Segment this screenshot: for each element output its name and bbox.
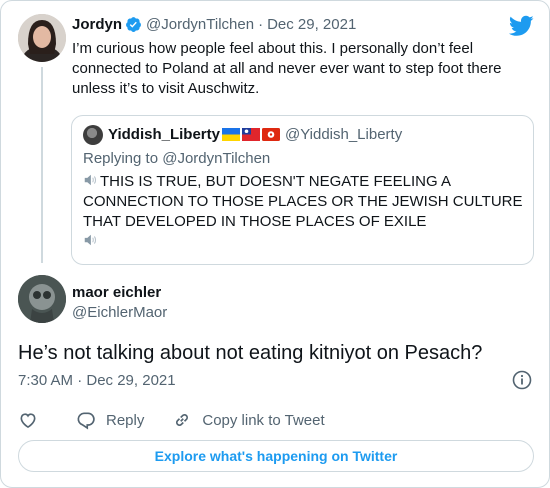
quoted-tweet-text-block: THIS IS TRUE, BUT DOESN'T NEGATE FEELING… xyxy=(83,172,523,252)
quoted-tweet-header: Yiddish_Liberty @Yiddish_Liberty xyxy=(108,126,402,143)
heart-icon xyxy=(20,413,36,429)
main-author-handle[interactable]: @EichlerMaor xyxy=(72,304,167,321)
reply-label: Reply xyxy=(106,411,145,429)
quoted-author-handle[interactable]: @Yiddish_Liberty xyxy=(285,126,402,143)
speaker-icon xyxy=(84,234,97,246)
hong-kong-flag-icon xyxy=(261,128,280,141)
quoted-author-name[interactable]: Yiddish_Liberty xyxy=(108,126,220,143)
main-tweet-timestamp[interactable]: 7:30 AM · Dec 29, 2021 xyxy=(18,372,176,389)
parent-tweet-text: I’m curious how people feel about this. … xyxy=(72,40,502,97)
reply-icon xyxy=(77,412,95,430)
replying-to-text: Replying to @JordynTilchen xyxy=(83,150,271,167)
embedded-tweet-card: Jordyn @JordynTilchen · Dec 29, 2021 I’m… xyxy=(0,0,550,488)
copy-link-label: Copy link to Tweet xyxy=(202,411,325,429)
quoted-tweet[interactable]: Yiddish_Liberty @Yiddish_Liberty Replyin… xyxy=(71,115,534,265)
speaker-icon xyxy=(84,174,97,186)
parent-tweet-header: Jordyn @JordynTilchen · Dec 29, 2021 xyxy=(72,16,356,33)
taiwan-flag-icon xyxy=(241,128,260,141)
explore-twitter-button[interactable]: Explore what's happening on Twitter xyxy=(18,440,534,472)
verified-badge-icon xyxy=(126,17,141,32)
reply-button[interactable]: Reply xyxy=(76,410,144,430)
main-author-name[interactable]: maor eichler xyxy=(72,284,161,301)
yiddish-liberty-avatar[interactable] xyxy=(83,125,103,145)
info-icon[interactable] xyxy=(512,370,532,390)
like-button[interactable] xyxy=(18,410,48,430)
tweet-actions: Reply Copy link to Tweet xyxy=(18,409,353,431)
maor-avatar[interactable] xyxy=(18,275,66,323)
thread-connector-line xyxy=(41,67,43,263)
header-separator: · xyxy=(258,16,264,33)
parent-tweet-date[interactable]: Dec 29, 2021 xyxy=(267,16,356,33)
copy-link-button[interactable]: Copy link to Tweet xyxy=(172,410,325,430)
main-tweet-text: He’s not talking about not eating kitniy… xyxy=(18,342,483,364)
jordyn-avatar[interactable] xyxy=(18,14,66,62)
quoted-tweet-text: THIS IS TRUE, BUT DOESN'T NEGATE FEELING… xyxy=(83,173,523,230)
parent-author-name[interactable]: Jordyn xyxy=(72,16,122,33)
ukraine-flag-icon xyxy=(221,128,240,141)
link-icon xyxy=(176,414,189,426)
parent-author-handle[interactable]: @JordynTilchen xyxy=(146,16,254,33)
twitter-bird-icon[interactable] xyxy=(509,15,534,37)
